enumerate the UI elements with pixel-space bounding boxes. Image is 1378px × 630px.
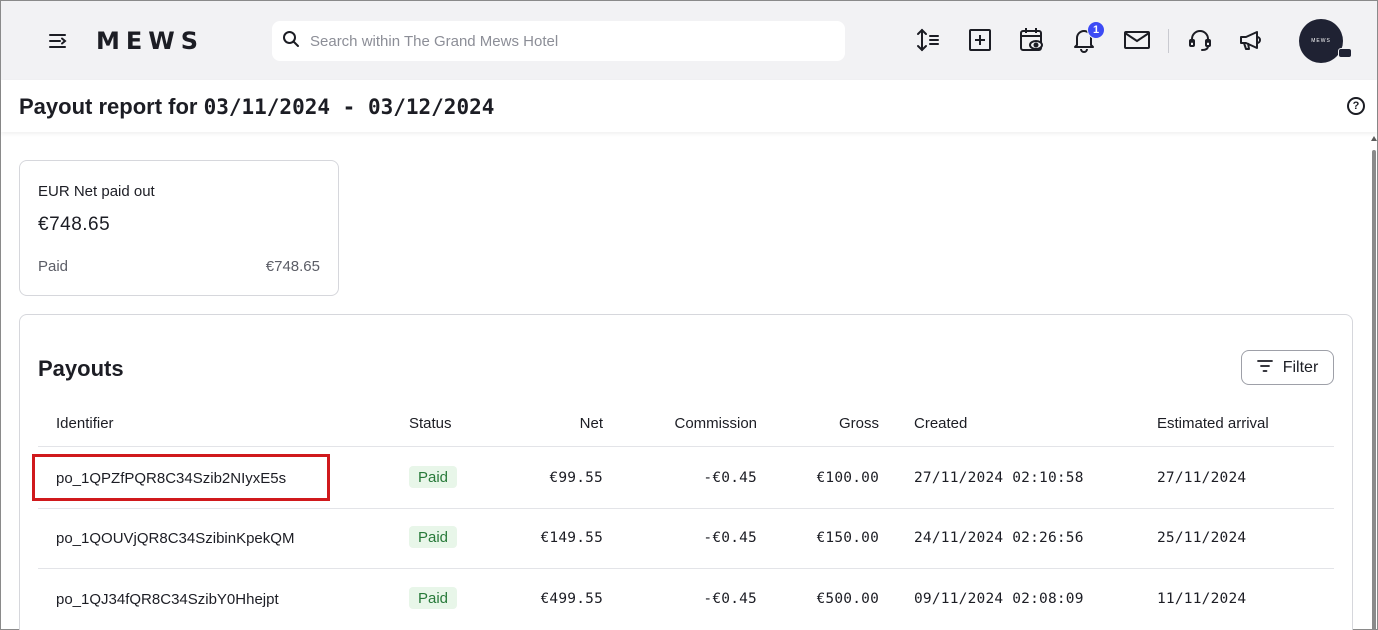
row-commission: -€0.45 (703, 470, 757, 486)
row-created: 24/11/2024 02:26:56 (914, 530, 1084, 546)
row-identifier[interactable]: po_1QOUVjQR8C34SzibinKpekQM (56, 530, 294, 547)
header-divider (38, 446, 1334, 447)
highlight-box (32, 454, 330, 501)
page-scrollbar[interactable] (1371, 136, 1377, 630)
row-arrival: 25/11/2024 (1157, 530, 1247, 546)
row-gross: €150.00 (816, 530, 879, 546)
scroll-thumb[interactable] (1372, 150, 1376, 630)
row-gross: €100.00 (816, 470, 879, 486)
add-icon[interactable] (965, 25, 995, 55)
status-badge: Paid (409, 526, 458, 548)
toolbar-divider (1168, 29, 1169, 53)
col-header-commission[interactable]: Commission (637, 415, 757, 432)
summary-paid-label: Paid (38, 258, 69, 275)
page-title-prefix: Payout report for (19, 94, 204, 119)
summary-label: EUR Net paid out (38, 183, 155, 200)
row-net: €149.55 (540, 530, 603, 546)
row-commission: -€0.45 (703, 591, 757, 607)
col-header-identifier[interactable]: Identifier (56, 415, 114, 432)
row-created: 27/11/2024 02:10:58 (914, 470, 1084, 486)
col-header-arrival[interactable]: Estimated arrival (1157, 415, 1269, 432)
search-box[interactable] (272, 21, 845, 61)
search-input[interactable] (310, 32, 830, 50)
search-icon (282, 30, 300, 53)
help-icon[interactable]: ? (1347, 97, 1365, 115)
user-avatar[interactable]: MEWS (1299, 19, 1343, 63)
row-divider (38, 508, 1334, 509)
menu-icon[interactable] (45, 29, 71, 53)
col-header-net[interactable]: Net (503, 415, 603, 432)
col-header-created[interactable]: Created (914, 415, 967, 432)
page-title: Payout report for 03/11/2024 - 03/12/202… (19, 94, 494, 120)
summary-card: EUR Net paid out €748.65 Paid €748.65 (19, 160, 339, 296)
row-net: €99.55 (549, 470, 603, 486)
calendar-view-icon[interactable] (1017, 25, 1047, 55)
summary-paid-amount: €748.65 (265, 258, 320, 275)
support-headset-icon[interactable] (1185, 25, 1215, 55)
megaphone-icon[interactable] (1237, 25, 1267, 55)
page-header: Payout report for 03/11/2024 - 03/12/202… (1, 80, 1377, 132)
scroll-up-arrow[interactable] (1371, 136, 1377, 141)
col-header-gross[interactable]: Gross (759, 415, 879, 432)
row-divider (38, 568, 1334, 569)
page-title-range: 03/11/2024 - 03/12/2024 (203, 95, 495, 119)
payouts-title: Payouts (38, 356, 124, 381)
row-arrival: 27/11/2024 (1157, 470, 1247, 486)
col-header-status[interactable]: Status (409, 415, 452, 432)
row-created: 09/11/2024 02:08:09 (914, 591, 1084, 607)
row-arrival: 11/11/2024 (1157, 591, 1247, 607)
mail-icon[interactable] (1122, 25, 1152, 55)
mews-logo[interactable]: MEWS (96, 27, 204, 55)
row-commission: -€0.45 (703, 530, 757, 546)
notification-badge: 1 (1087, 21, 1105, 39)
filter-button[interactable]: Filter (1241, 350, 1334, 385)
row-gross: €500.00 (816, 591, 879, 607)
status-badge: Paid (409, 466, 458, 488)
filter-icon (1256, 359, 1273, 377)
row-identifier[interactable]: po_1QJ34fQR8C34SzibY0Hhejpt (56, 591, 279, 608)
sort-icon[interactable] (913, 25, 943, 55)
row-net: €499.55 (540, 591, 603, 607)
top-bar: MEWS 1 (1, 1, 1377, 80)
status-badge: Paid (409, 587, 458, 609)
filter-label: Filter (1282, 358, 1319, 376)
avatar-status-badge (1338, 48, 1352, 58)
summary-amount: €748.65 (38, 214, 111, 235)
